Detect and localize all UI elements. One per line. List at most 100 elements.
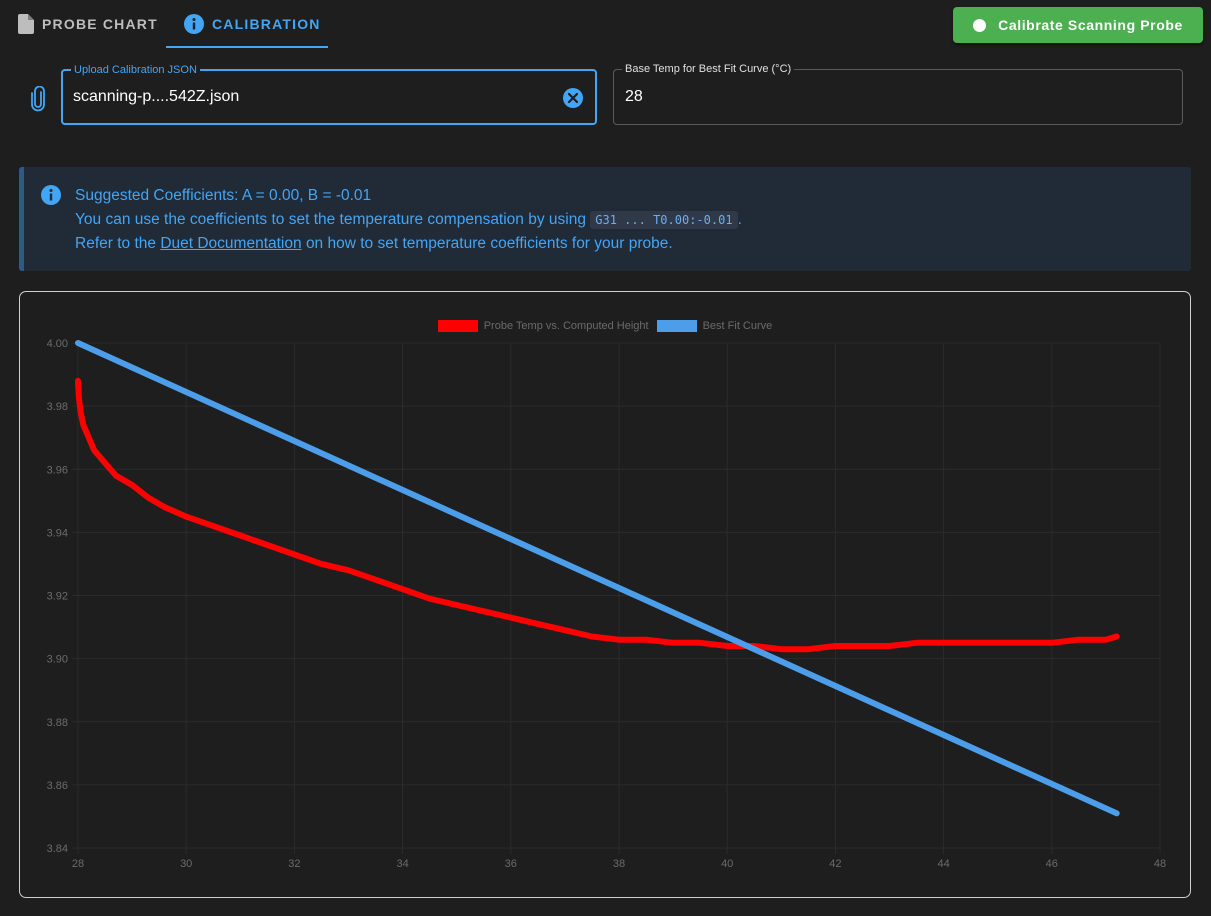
top-bar: PROBE CHART CALIBRATION Calibrate Scanni… bbox=[0, 0, 1211, 50]
x-tick-label: 34 bbox=[396, 858, 408, 870]
probe-temp-point bbox=[508, 615, 514, 621]
probe-temp-point bbox=[291, 551, 297, 557]
y-tick-label: 3.84 bbox=[47, 843, 68, 855]
upload-field-value: scanning-p....542Z.json bbox=[73, 88, 240, 105]
probe-temp-point bbox=[210, 523, 216, 529]
compensation-period: . bbox=[737, 211, 742, 228]
probe-temp-point bbox=[102, 460, 108, 466]
probe-temp-point bbox=[183, 514, 189, 520]
active-tab-indicator bbox=[166, 46, 328, 48]
y-tick-label: 3.98 bbox=[47, 401, 68, 413]
probe-temp-point bbox=[78, 409, 84, 415]
probe-temp-point bbox=[1049, 640, 1055, 646]
base-temp-value: 28 bbox=[625, 88, 643, 105]
probe-temp-point bbox=[162, 504, 168, 510]
suggested-coefficients-text: Suggested Coefficients: A = 0.00, B = -0… bbox=[75, 187, 372, 204]
upload-field-label: Upload Calibration JSON bbox=[71, 63, 200, 77]
probe-temp-point bbox=[373, 577, 379, 583]
probe-temp-point bbox=[941, 640, 947, 646]
y-tick-label: 3.96 bbox=[47, 464, 68, 476]
x-tick-label: 32 bbox=[288, 858, 300, 870]
probe-temperature-chart: 28 30 32 34 36 38 40 42 44 46 48 4.00 3.98 3.96 3.94 3.… bbox=[47, 338, 1167, 870]
x-tick-label: 28 bbox=[72, 858, 84, 870]
best-fit-point bbox=[75, 340, 81, 346]
probe-temp-point bbox=[535, 621, 541, 627]
info-icon bbox=[184, 14, 204, 34]
probe-temp-point bbox=[616, 637, 622, 643]
y-tick-label: 3.92 bbox=[47, 591, 68, 603]
probe-temp-point bbox=[643, 637, 649, 643]
probe-temp-point bbox=[589, 634, 595, 640]
calibrate-scanning-probe-button[interactable]: Calibrate Scanning Probe bbox=[953, 7, 1203, 43]
y-tick-label: 3.90 bbox=[47, 654, 68, 666]
probe-temp-point bbox=[724, 643, 730, 649]
tab-probe-chart-label: PROBE CHART bbox=[42, 16, 158, 32]
probe-temp-point bbox=[75, 378, 81, 384]
clear-icon[interactable] bbox=[563, 88, 583, 113]
upload-calibration-json-field[interactable]: Upload Calibration JSON scanning-p....54… bbox=[61, 63, 597, 125]
circle-icon bbox=[973, 18, 987, 32]
compensation-text: You can use the coefficients to set the … bbox=[75, 211, 586, 228]
probe-temp-point bbox=[481, 608, 487, 614]
compensation-instructions: You can use the coefficients to set the … bbox=[75, 208, 742, 232]
paperclip-icon[interactable] bbox=[30, 85, 46, 117]
probe-temp-point bbox=[86, 435, 92, 441]
x-tick-label: 38 bbox=[613, 858, 625, 870]
probe-temp-point bbox=[887, 643, 892, 649]
probe-temp-point bbox=[1114, 634, 1120, 640]
y-tick-label: 4.00 bbox=[47, 338, 68, 350]
probe-temp-point bbox=[346, 567, 351, 573]
calibrate-button-label: Calibrate Scanning Probe bbox=[998, 17, 1183, 33]
refer-text: Refer to the bbox=[75, 235, 156, 252]
file-icon bbox=[18, 14, 34, 34]
probe-temp-point bbox=[237, 533, 243, 539]
base-temp-label: Base Temp for Best Fit Curve (°C) bbox=[622, 62, 795, 76]
probe-temp-point bbox=[427, 596, 433, 602]
x-tick-label: 40 bbox=[721, 858, 733, 870]
probe-temp-point bbox=[832, 643, 838, 649]
duet-documentation-link[interactable]: Duet Documentation bbox=[160, 235, 301, 252]
x-tick-label: 48 bbox=[1154, 858, 1166, 870]
y-tick-label: 3.86 bbox=[47, 780, 68, 792]
x-tick-label: 30 bbox=[180, 858, 192, 870]
x-tick-label: 44 bbox=[937, 858, 949, 870]
info-icon bbox=[41, 185, 61, 210]
probe-temp-point bbox=[1103, 637, 1109, 643]
probe-temp-point bbox=[76, 397, 82, 403]
y-tick-label: 3.94 bbox=[47, 527, 68, 539]
probe-temp-point bbox=[859, 643, 865, 649]
x-tick-label: 46 bbox=[1046, 858, 1058, 870]
probe-temp-point bbox=[914, 640, 920, 646]
probe-temp-point bbox=[995, 640, 1001, 646]
probe-temp-point bbox=[697, 640, 703, 646]
probe-temp-point bbox=[1022, 640, 1028, 646]
probe-temp-point bbox=[113, 473, 119, 479]
probe-temp-point bbox=[129, 482, 135, 488]
refer-text-end: on how to set temperature coefficients f… bbox=[305, 235, 673, 252]
tab-probe-chart[interactable]: PROBE CHART bbox=[18, 0, 158, 48]
best-fit-point bbox=[1114, 810, 1120, 816]
probe-temp-point bbox=[1076, 637, 1082, 643]
probe-temp-point bbox=[778, 646, 784, 652]
documentation-reference: Refer to the Duet Documentation on how t… bbox=[75, 232, 742, 256]
tab-calibration-label: CALIBRATION bbox=[212, 16, 321, 32]
probe-temp-point bbox=[91, 447, 97, 453]
x-tick-label: 42 bbox=[829, 858, 841, 870]
tab-calibration[interactable]: CALIBRATION bbox=[166, 0, 328, 48]
y-tick-label: 3.88 bbox=[47, 717, 68, 729]
probe-temp-point bbox=[264, 542, 270, 548]
coefficients-alert: Suggested Coefficients: A = 0.00, B = -0… bbox=[19, 167, 1191, 271]
x-tick-label: 36 bbox=[505, 858, 517, 870]
probe-temp-point bbox=[562, 627, 568, 633]
probe-temp-point bbox=[145, 495, 151, 501]
probe-temp-point bbox=[80, 422, 86, 428]
probe-temp-series-line bbox=[75, 377, 1120, 653]
probe-temp-point bbox=[670, 640, 676, 646]
best-fit-curve-line bbox=[75, 340, 1120, 817]
probe-temp-point bbox=[805, 646, 811, 652]
probe-temp-point bbox=[318, 561, 324, 567]
probe-temp-point bbox=[454, 602, 460, 608]
base-temp-field[interactable]: Base Temp for Best Fit Curve (°C) 28 bbox=[613, 62, 1183, 125]
gcode-snippet: G31 ... T0.00:-0.01 bbox=[590, 211, 738, 229]
probe-temp-point bbox=[968, 640, 974, 646]
